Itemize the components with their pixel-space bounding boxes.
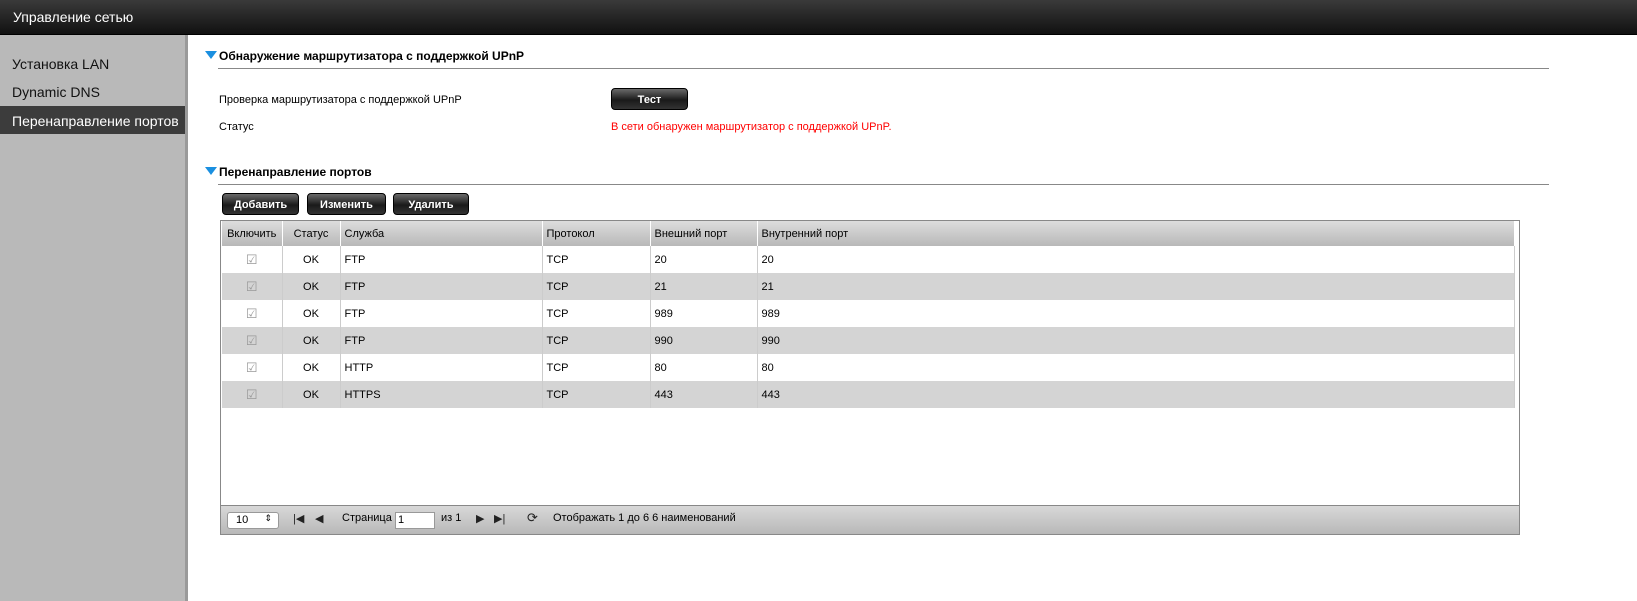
page-size-value: 10 xyxy=(236,514,249,526)
app-header: Управление сетью xyxy=(0,0,1637,35)
row-service: HTTP xyxy=(340,354,543,381)
checkbox-icon[interactable]: ☑ xyxy=(246,279,258,294)
divider xyxy=(218,68,1549,69)
enabled-checkbox[interactable]: ☑ xyxy=(222,381,283,408)
row-status: OK xyxy=(282,381,341,408)
forwarding-title-text: Перенаправление портов xyxy=(219,165,372,179)
row-status: OK xyxy=(282,246,341,273)
checkbox-icon[interactable]: ☑ xyxy=(246,252,258,267)
pager-summary: Отображать 1 до 6 6 наименований xyxy=(553,512,736,524)
checkbox-icon[interactable]: ☑ xyxy=(246,306,258,321)
select-arrows-icon: ⇕ xyxy=(264,513,272,523)
row-status: OK xyxy=(282,273,341,300)
status-label: Статус xyxy=(219,121,254,133)
row-service: FTP xyxy=(340,273,543,300)
table-row[interactable]: ☑ OK FTP TCP 989 989 xyxy=(222,300,1515,327)
column-header-external-port[interactable]: Внешний порт xyxy=(650,221,758,246)
row-protocol: TCP xyxy=(542,246,651,273)
prev-page-icon[interactable]: ◀ xyxy=(315,512,323,525)
enabled-checkbox[interactable]: ☑ xyxy=(222,273,283,300)
row-service: HTTPS xyxy=(340,381,543,408)
port-forwarding-table: Включить Статус Служба Протокол Внешний … xyxy=(222,221,1515,408)
sidebar-item-port-forwarding[interactable]: Перенаправление портов xyxy=(0,106,185,134)
table-row[interactable]: ☑ OK HTTP TCP 80 80 xyxy=(222,354,1515,381)
column-header-status[interactable]: Статус xyxy=(282,221,341,246)
page-size-select[interactable]: 10 ⇕ xyxy=(227,512,279,529)
first-page-icon[interactable]: |◀ xyxy=(293,512,304,525)
page-label: Страница xyxy=(342,512,392,524)
forwarding-section-title[interactable]: Перенаправление портов xyxy=(205,165,372,179)
row-service: FTP xyxy=(340,327,543,354)
table-row[interactable]: ☑ OK FTP TCP 20 20 xyxy=(222,246,1515,273)
enabled-checkbox[interactable]: ☑ xyxy=(222,246,283,273)
enabled-checkbox[interactable]: ☑ xyxy=(222,327,283,354)
next-page-icon[interactable]: ▶ xyxy=(476,512,484,525)
sidebar-item-lan-setup[interactable]: Установка LAN xyxy=(0,49,185,77)
checkbox-icon[interactable]: ☑ xyxy=(246,360,258,375)
delete-button[interactable]: Удалить xyxy=(393,193,469,215)
row-internal-port: 989 xyxy=(757,300,1515,327)
row-protocol: TCP xyxy=(542,381,651,408)
enabled-checkbox[interactable]: ☑ xyxy=(222,300,283,327)
port-forwarding-grid: Включить Статус Служба Протокол Внешний … xyxy=(220,220,1520,535)
row-protocol: TCP xyxy=(542,273,651,300)
row-internal-port: 443 xyxy=(757,381,1515,408)
table-row[interactable]: ☑ OK HTTPS TCP 443 443 xyxy=(222,381,1515,408)
collapse-triangle-icon xyxy=(205,167,217,175)
upnp-section-title[interactable]: Обнаружение маршрутизатора с поддержкой … xyxy=(205,49,524,63)
table-row[interactable]: ☑ OK FTP TCP 990 990 xyxy=(222,327,1515,354)
row-protocol: TCP xyxy=(542,354,651,381)
row-external-port: 20 xyxy=(650,246,758,273)
column-header-enable[interactable]: Включить xyxy=(222,221,283,246)
row-external-port: 80 xyxy=(650,354,758,381)
row-internal-port: 20 xyxy=(757,246,1515,273)
row-protocol: TCP xyxy=(542,300,651,327)
divider xyxy=(218,184,1549,185)
row-external-port: 443 xyxy=(650,381,758,408)
row-internal-port: 990 xyxy=(757,327,1515,354)
pager-bar: 10 ⇕ |◀ ◀ Страница 1 из 1 ▶ ▶| ⟳ Отобража… xyxy=(221,505,1519,534)
page-input[interactable]: 1 xyxy=(395,512,435,529)
check-router-label: Проверка маршрутизатора с поддержкой UPn… xyxy=(219,94,462,106)
row-internal-port: 21 xyxy=(757,273,1515,300)
app-title: Управление сетью xyxy=(13,9,134,25)
table-row[interactable]: ☑ OK FTP TCP 21 21 xyxy=(222,273,1515,300)
upnp-title-text: Обнаружение маршрутизатора с поддержкой … xyxy=(219,49,525,63)
add-button[interactable]: Добавить xyxy=(222,193,299,215)
sidebar: Установка LAN Dynamic DNS Перенаправлени… xyxy=(0,35,188,601)
row-internal-port: 80 xyxy=(757,354,1515,381)
row-status: OK xyxy=(282,327,341,354)
row-status: OK xyxy=(282,300,341,327)
last-page-icon[interactable]: ▶| xyxy=(494,512,505,525)
checkbox-icon[interactable]: ☑ xyxy=(246,387,258,402)
refresh-icon[interactable]: ⟳ xyxy=(527,510,538,526)
row-service: FTP xyxy=(340,246,543,273)
edit-button[interactable]: Изменить xyxy=(307,193,386,215)
row-external-port: 21 xyxy=(650,273,758,300)
column-header-protocol[interactable]: Протокол xyxy=(542,221,651,246)
row-protocol: TCP xyxy=(542,327,651,354)
page-of-label: из 1 xyxy=(441,512,462,524)
row-status: OK xyxy=(282,354,341,381)
collapse-triangle-icon xyxy=(205,51,217,59)
sidebar-item-dynamic-dns[interactable]: Dynamic DNS xyxy=(0,77,185,105)
enabled-checkbox[interactable]: ☑ xyxy=(222,354,283,381)
status-value: В сети обнаружен маршрутизатор с поддерж… xyxy=(611,121,892,133)
row-external-port: 990 xyxy=(650,327,758,354)
column-header-service[interactable]: Служба xyxy=(340,221,543,246)
row-service: FTP xyxy=(340,300,543,327)
checkbox-icon[interactable]: ☑ xyxy=(246,333,258,348)
column-header-internal-port[interactable]: Внутренний порт xyxy=(757,221,1515,246)
row-external-port: 989 xyxy=(650,300,758,327)
test-button[interactable]: Тест xyxy=(611,88,688,110)
